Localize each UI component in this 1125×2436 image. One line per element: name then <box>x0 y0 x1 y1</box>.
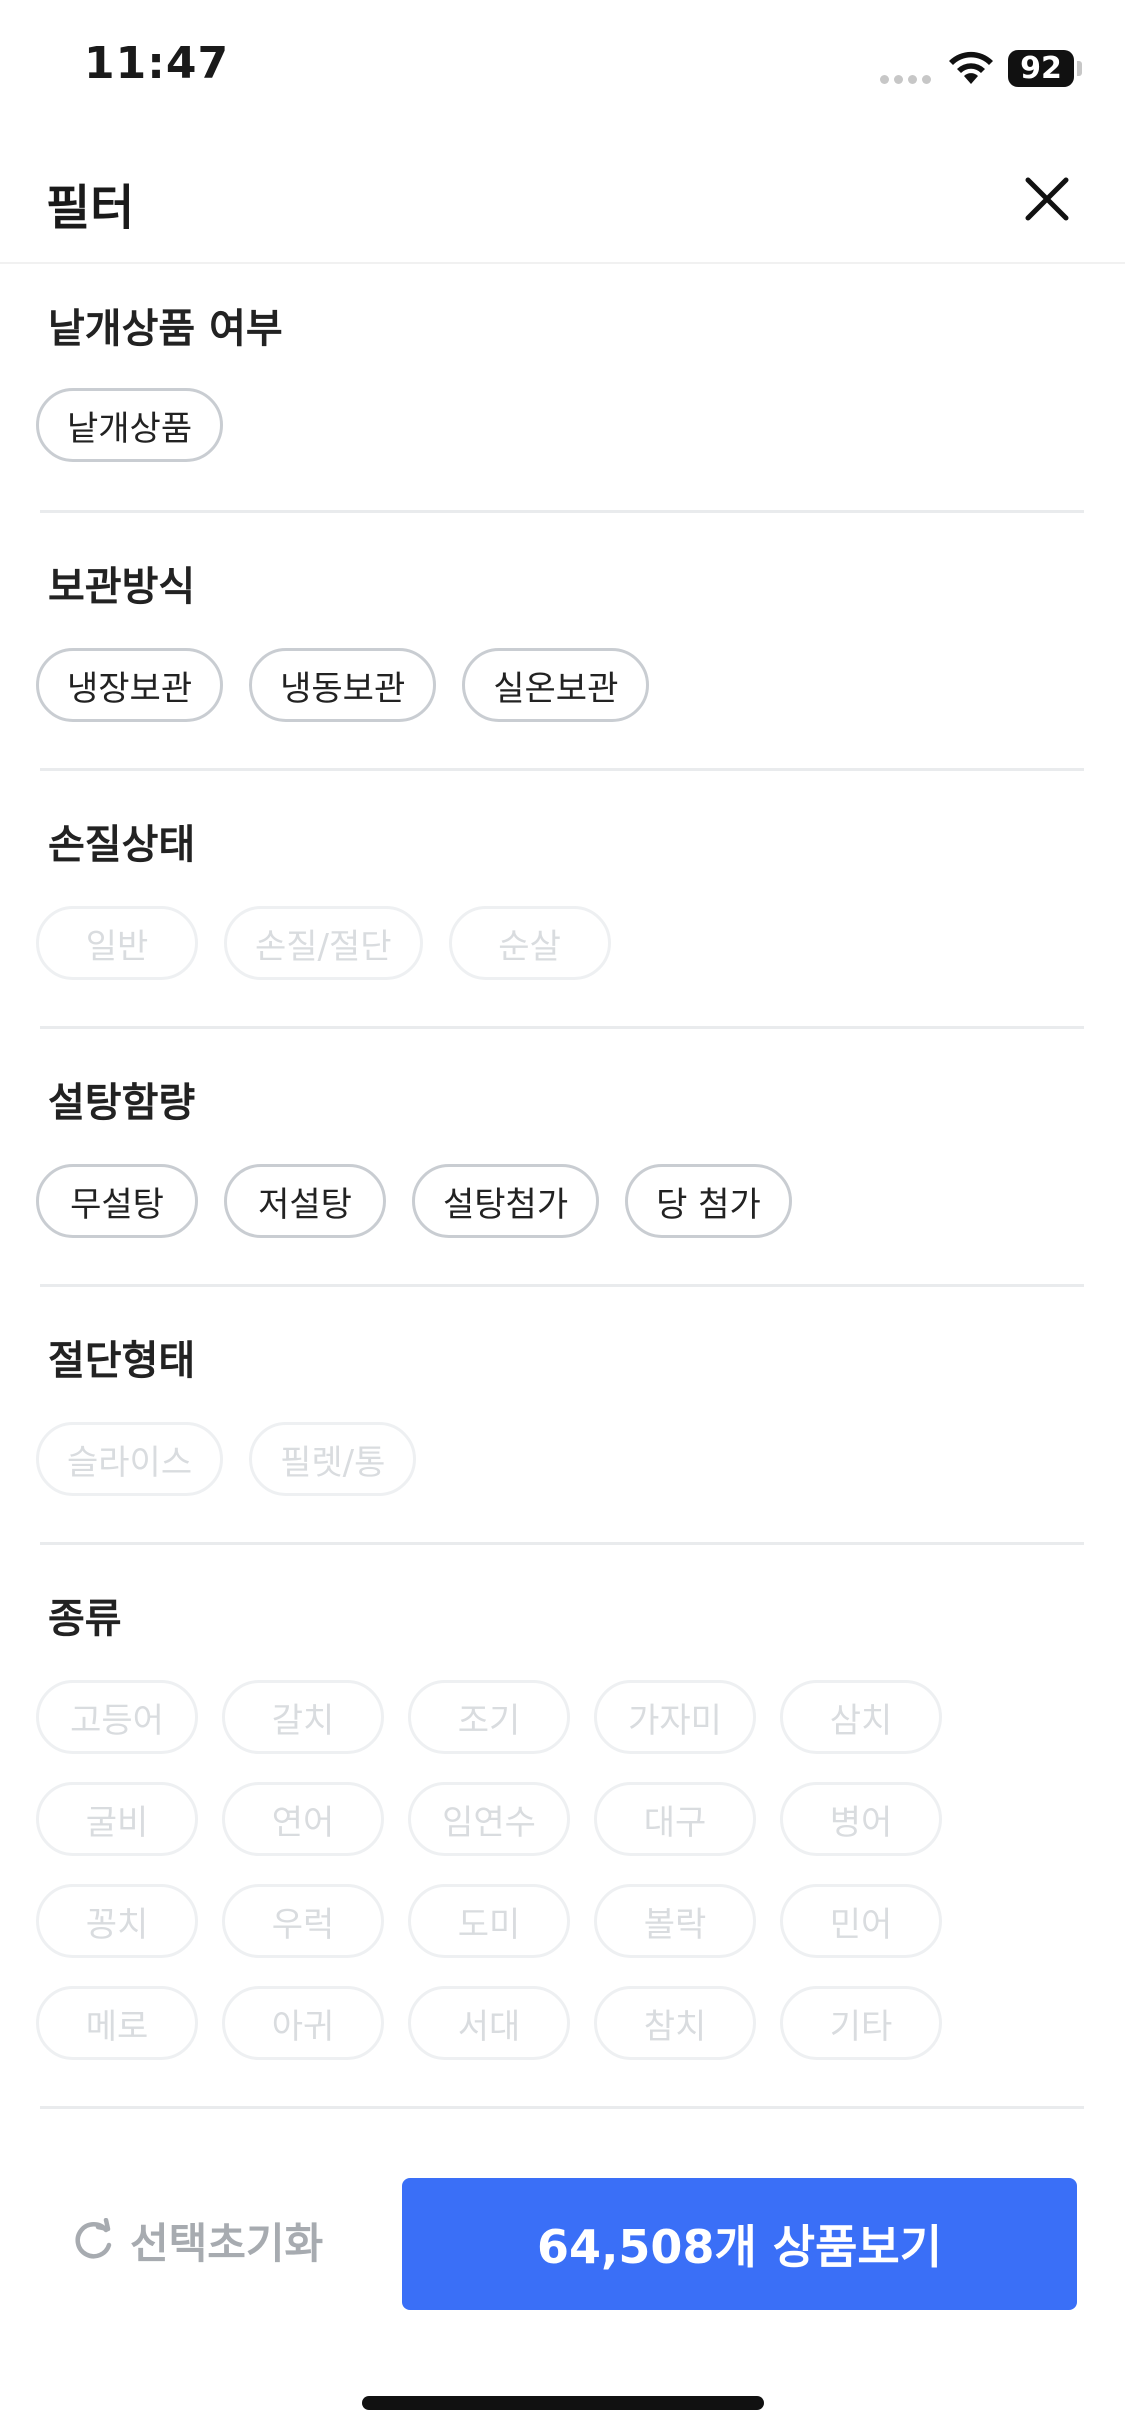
section-title: 손질상태 <box>48 822 196 868</box>
chip-group: 냉장보관 냉동보관 실온보관 <box>36 648 996 722</box>
filter-chip: 도미 <box>408 1884 570 1958</box>
close-icon[interactable] <box>1020 172 1074 226</box>
filter-chip: 삼치 <box>780 1680 942 1754</box>
refresh-icon <box>75 2217 112 2258</box>
filter-chip: 참치 <box>594 1986 756 2060</box>
status-time: 11:47 <box>84 38 230 89</box>
filter-chip[interactable]: 설탕첨가 <box>412 1164 600 1238</box>
show-products-button[interactable]: 64,508개 상품보기 <box>402 2178 1077 2310</box>
filter-chip[interactable]: 무설탕 <box>36 1164 198 1238</box>
filter-chip[interactable]: 낱개상품 <box>36 388 224 462</box>
section-divider <box>40 2106 1084 2109</box>
filter-header: 필터 <box>0 150 1125 264</box>
filter-chip: 가자미 <box>594 1680 756 1754</box>
filter-chip: 연어 <box>222 1782 384 1856</box>
filter-chip[interactable]: 냉동보관 <box>249 648 437 722</box>
reset-button[interactable]: 선택초기화 <box>70 2210 323 2271</box>
filter-chip: 필렛/통 <box>249 1422 417 1496</box>
filter-chip: 볼락 <box>594 1884 756 1958</box>
filter-chip: 메로 <box>36 1986 198 2060</box>
section-divider <box>40 1284 1084 1287</box>
filter-chip[interactable]: 냉장보관 <box>36 648 224 722</box>
chip-group: 일반 손질/절단 순살 <box>36 906 996 980</box>
page-title: 필터 <box>46 180 135 236</box>
filter-chip: 아귀 <box>222 1986 384 2060</box>
section-title: 낱개상품 여부 <box>48 306 283 352</box>
battery-icon: 92 <box>1008 50 1074 87</box>
reset-label: 선택초기화 <box>130 2219 324 2268</box>
filter-chip: 대구 <box>594 1782 756 1856</box>
section-title: 설탕함량 <box>48 1080 196 1126</box>
section-divider <box>40 1026 1084 1029</box>
filter-footer: 선택초기화 64,508개 상품보기 <box>0 2160 1125 2340</box>
chip-group: 무설탕 저설탕 설탕첨가 당 첨가 <box>36 1164 996 1238</box>
home-indicator <box>362 2396 764 2410</box>
chip-group: 슬라이스 필렛/통 <box>36 1422 996 1496</box>
filter-chip: 굴비 <box>36 1782 198 1856</box>
filter-chip: 손질/절단 <box>224 906 423 980</box>
section-title: 절단형태 <box>48 1338 196 1384</box>
filter-chip: 병어 <box>780 1782 942 1856</box>
section-title: 종류 <box>48 1596 122 1642</box>
filter-chip: 조기 <box>408 1680 570 1754</box>
filter-chip: 기타 <box>780 1986 942 2060</box>
filter-chip: 갈치 <box>222 1680 384 1754</box>
filter-chip: 우럭 <box>222 1884 384 1958</box>
filter-chip[interactable]: 실온보관 <box>462 648 650 722</box>
chip-group: 고등어 갈치 조기 가자미 삼치 굴비 연어 임연수 대구 병어 꽁치 우럭 도… <box>36 1680 966 2060</box>
filter-chip: 꽁치 <box>36 1884 198 1958</box>
filter-chip: 일반 <box>36 906 198 980</box>
filter-chip[interactable]: 당 첨가 <box>625 1164 792 1238</box>
section-divider <box>40 1542 1084 1545</box>
filter-chip: 고등어 <box>36 1680 198 1754</box>
wifi-icon <box>949 51 993 84</box>
section-title: 보관방식 <box>48 564 196 610</box>
filter-chip: 서대 <box>408 1986 570 2060</box>
chip-group: 낱개상품 <box>36 388 996 462</box>
filter-chip[interactable]: 저설탕 <box>224 1164 386 1238</box>
filter-chip: 순살 <box>448 906 611 980</box>
battery-cap <box>1077 61 1082 76</box>
section-divider <box>40 768 1084 771</box>
section-divider <box>40 510 1084 513</box>
cellular-signal-icon <box>880 75 931 84</box>
status-bar: 11:47 92 <box>0 0 1125 140</box>
filter-chip: 임연수 <box>408 1782 570 1856</box>
filter-chip: 민어 <box>780 1884 942 1958</box>
filter-chip: 슬라이스 <box>36 1422 224 1496</box>
